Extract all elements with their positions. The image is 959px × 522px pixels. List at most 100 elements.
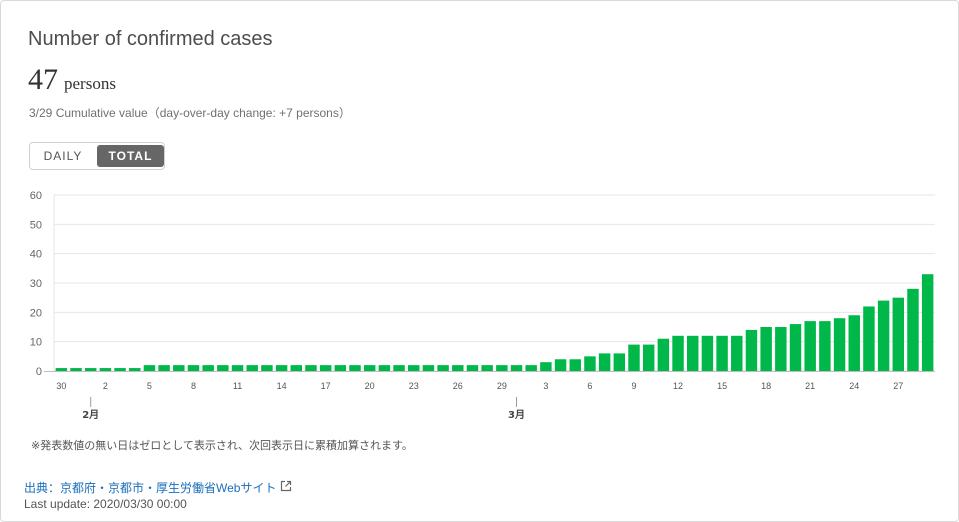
bar	[231, 365, 244, 371]
bar	[892, 297, 905, 371]
bar	[731, 335, 743, 371]
bar	[540, 362, 552, 371]
bar	[877, 300, 890, 371]
bar	[452, 365, 464, 371]
bar	[261, 365, 273, 371]
y-tick-label: 60	[30, 190, 42, 202]
bar	[378, 365, 391, 371]
daily-button[interactable]: DAILY	[32, 145, 94, 167]
bar	[686, 335, 699, 371]
bar	[217, 365, 229, 371]
bar	[775, 327, 787, 371]
cases-bar-chart: 0 10 20 30 40 50 60 30 2 5 8 11 14 17 20 23 26 29 3 6 9 12 15 1…	[30, 190, 935, 421]
bar	[349, 365, 361, 371]
y-tick-label: 0	[36, 366, 42, 378]
bar	[99, 368, 112, 371]
x-tick-label: 9	[631, 381, 636, 391]
chart-note: ※発表数値の無い日はゼロとして表示され、次回表示日に累積加算されます。	[31, 440, 413, 452]
bar	[70, 368, 82, 371]
bar	[672, 335, 684, 371]
cases-card: Number of confirmed cases 47 persons 3/29…	[0, 0, 959, 522]
x-tick-label: 8	[191, 381, 196, 391]
bar	[510, 365, 523, 371]
bar	[408, 365, 420, 371]
bar	[305, 365, 317, 371]
bar	[921, 274, 934, 371]
bar	[613, 353, 626, 371]
bar	[496, 365, 508, 371]
x-tick-label: 27	[893, 381, 903, 391]
bar	[466, 365, 479, 371]
value-description: 3/29 Cumulative value（day-over-day chang…	[29, 106, 351, 120]
bar	[481, 365, 493, 371]
last-updated: Last update: 2020/03/30 00:00	[24, 497, 187, 511]
x-tick-label: 11	[233, 381, 242, 391]
y-tick-label: 40	[30, 249, 42, 261]
x-tick-label: 21	[805, 381, 815, 391]
bar	[393, 365, 405, 371]
bar	[789, 324, 802, 371]
x-tick-label: 29	[497, 381, 507, 391]
bar	[84, 368, 97, 371]
y-tick-label: 50	[30, 219, 42, 231]
bar	[819, 321, 831, 371]
bar	[422, 365, 435, 371]
bar	[628, 344, 640, 371]
month-label: 2月	[82, 409, 99, 421]
bar	[129, 368, 141, 371]
bar	[290, 365, 303, 371]
bar	[701, 335, 714, 371]
total-button[interactable]: TOTAL	[97, 145, 164, 167]
bar	[55, 368, 68, 371]
bar	[657, 338, 670, 371]
daily-total-toggle[interactable]: DAILY TOTAL	[29, 142, 165, 170]
bar	[158, 365, 170, 371]
bar	[716, 335, 728, 371]
bar	[319, 365, 332, 371]
bar	[833, 318, 846, 371]
bar	[863, 306, 875, 371]
x-tick-label: 30	[56, 381, 66, 391]
x-tick-label: 6	[587, 381, 592, 391]
total-number: 47	[28, 63, 58, 96]
month-label: 3月	[508, 409, 525, 421]
x-tick-label: 5	[147, 381, 152, 391]
card-title: Number of confirmed cases	[28, 28, 273, 50]
bar	[363, 365, 376, 371]
bar	[584, 356, 596, 371]
external-link-icon	[280, 480, 292, 495]
total-value: 47 persons	[28, 63, 116, 97]
source-link-text[interactable]: 出典：京都府・京都市・厚生労働省Webサイト	[24, 481, 276, 495]
bar	[275, 365, 288, 371]
x-tick-label: 15	[717, 381, 727, 391]
bar	[246, 365, 258, 371]
x-tick-label: 2	[103, 381, 108, 391]
x-tick-label: 23	[409, 381, 419, 391]
bar	[437, 365, 449, 371]
x-tick-label: 14	[277, 381, 287, 391]
source-link[interactable]: 出典：京都府・京都市・厚生労働省Webサイト	[24, 479, 292, 496]
bar	[525, 365, 537, 371]
y-tick-label: 20	[30, 307, 42, 319]
bar	[598, 353, 611, 371]
bar	[760, 327, 772, 371]
bar	[173, 365, 185, 371]
bar	[804, 321, 816, 371]
bar	[334, 365, 347, 371]
bar	[745, 329, 758, 371]
x-tick-label: 12	[673, 381, 683, 391]
bar	[907, 288, 919, 371]
y-tick-label: 30	[30, 278, 42, 290]
total-unit: persons	[64, 74, 116, 93]
x-tick-label: 18	[761, 381, 771, 391]
bar	[187, 365, 200, 371]
x-tick-label: 17	[321, 381, 331, 391]
y-tick-label: 10	[30, 337, 42, 349]
x-tick-label: 20	[365, 381, 375, 391]
x-tick-label: 26	[453, 381, 463, 391]
bar	[143, 365, 156, 371]
bar	[569, 359, 581, 371]
bar	[202, 365, 214, 371]
x-tick-label: 3	[543, 381, 548, 391]
bar	[114, 368, 126, 371]
